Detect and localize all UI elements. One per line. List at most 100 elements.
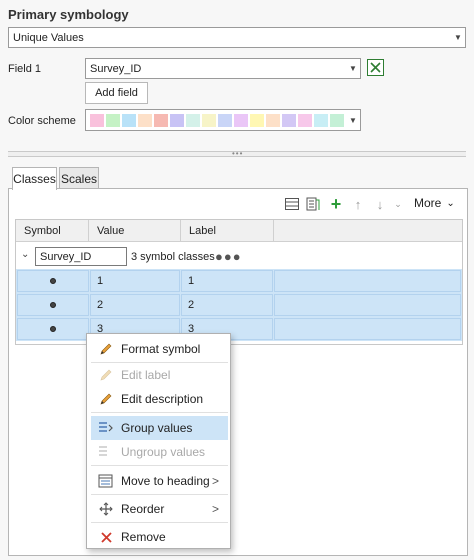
move-up-icon[interactable]: ↑ (350, 196, 366, 212)
chevron-right-icon: > (212, 474, 220, 488)
field1-label: Field 1 (8, 63, 42, 75)
point-symbol-icon (50, 326, 56, 332)
color-swatch (122, 113, 136, 127)
color-swatch (154, 113, 168, 127)
group-count: 3 symbol classes (131, 251, 215, 263)
color-scheme-label: Color scheme (8, 115, 76, 127)
grip-icon[interactable]: ••• (232, 150, 243, 158)
menu-item-label: Format symbol (121, 342, 201, 356)
extra-cell (274, 318, 461, 340)
chevron-down-icon: ▼ (349, 115, 357, 125)
menu-item-remove[interactable]: Remove (91, 525, 228, 549)
renderer-value: Unique Values (13, 31, 84, 44)
color-swatch (330, 113, 344, 127)
expression-icon[interactable] (367, 59, 384, 76)
color-swatch (282, 113, 296, 127)
tab-scales-label: Scales (60, 171, 98, 186)
menu-item-format-symbol[interactable]: Format symbol (91, 337, 228, 361)
menu-item-label: Edit description (121, 392, 204, 406)
color-swatch (170, 113, 184, 127)
chevron-down-icon: ⌄ (446, 197, 455, 209)
renderer-dropdown[interactable]: Unique Values ▼ (8, 27, 466, 48)
column-header-label[interactable]: Label (181, 220, 274, 242)
pencil-icon (95, 342, 117, 356)
column-header-value[interactable]: Value (89, 220, 181, 242)
properties-icon[interactable] (305, 196, 321, 212)
tab-classes-label: Classes (13, 172, 56, 186)
group-heading-text: Survey_ID (40, 250, 92, 263)
color-scheme-dropdown[interactable]: ▼ (85, 109, 361, 131)
add-field-label: Add field (95, 87, 138, 99)
ungroup-values-icon (95, 445, 117, 459)
collapse-chevron-icon[interactable]: ⌄ (21, 249, 29, 260)
table-row[interactable]: 3 3 (16, 317, 462, 341)
group-values-icon (95, 421, 117, 435)
tab-scales[interactable]: Scales (59, 167, 99, 189)
add-icon[interactable]: + (328, 194, 344, 214)
menu-item-label: Reorder (121, 502, 165, 516)
menu-item-edit-label[interactable]: Edit label (91, 363, 228, 387)
menu-item-ungroup-values[interactable]: Ungroup values (91, 440, 228, 464)
add-field-button[interactable]: Add field (85, 82, 148, 104)
color-swatch (266, 113, 280, 127)
table-row[interactable]: 2 2 (16, 293, 462, 317)
menu-separator (91, 465, 228, 466)
menu-item-label: Move to heading (121, 474, 210, 488)
reorder-icon (95, 502, 117, 516)
point-symbol-icon (50, 302, 56, 308)
color-swatch (218, 113, 232, 127)
symbol-cell[interactable] (17, 270, 89, 292)
field1-value: Survey_ID (90, 62, 142, 75)
more-options-icon[interactable]: ●●● (215, 249, 242, 264)
color-swatch (90, 113, 104, 127)
menu-separator (91, 494, 228, 495)
point-symbol-icon (50, 278, 56, 284)
extra-cell (274, 294, 461, 316)
move-to-heading-icon (95, 474, 117, 488)
color-swatch (250, 113, 264, 127)
chevron-right-icon: > (212, 502, 220, 516)
collapse-icon[interactable]: ⌄ (390, 196, 406, 212)
menu-separator (91, 522, 228, 523)
group-heading-input[interactable]: Survey_ID (35, 247, 127, 266)
context-menu: Format symbol Edit label Edit descriptio… (86, 333, 231, 549)
remove-x-icon (95, 531, 117, 543)
chevron-down-icon: ▼ (349, 64, 357, 73)
more-label: More (414, 196, 442, 210)
menu-item-label: Group values (121, 421, 193, 435)
menu-item-move-to-heading[interactable]: Move to heading > (91, 469, 228, 493)
column-header-symbol[interactable]: Symbol (16, 220, 89, 242)
color-swatch (234, 113, 248, 127)
value-cell[interactable]: 1 (90, 270, 180, 292)
color-ramp (90, 113, 346, 127)
chevron-down-icon: ▼ (454, 33, 462, 42)
symbol-cell[interactable] (17, 294, 89, 316)
color-swatch (138, 113, 152, 127)
table-row[interactable]: 1 1 (16, 269, 462, 293)
tab-classes[interactable]: Classes (12, 167, 57, 190)
color-swatch (106, 113, 120, 127)
move-down-icon[interactable]: ↓ (372, 196, 388, 212)
label-cell[interactable]: 2 (181, 294, 273, 316)
color-swatch (314, 113, 328, 127)
field1-dropdown[interactable]: Survey_ID ▼ (85, 58, 361, 79)
menu-separator (91, 412, 228, 413)
symbol-cell[interactable] (17, 318, 89, 340)
pencil-icon (95, 368, 117, 382)
color-swatch (186, 113, 200, 127)
more-button[interactable]: More ⌄ (414, 196, 455, 210)
section-title: Primary symbology (8, 7, 129, 22)
menu-item-edit-description[interactable]: Edit description (91, 387, 228, 411)
menu-item-reorder[interactable]: Reorder > (91, 497, 228, 521)
pencil-icon (95, 392, 117, 406)
extra-cell (274, 270, 461, 292)
menu-item-label: Edit label (121, 368, 171, 382)
menu-item-label: Ungroup values (121, 445, 206, 459)
label-cell[interactable]: 1 (181, 270, 273, 292)
menu-item-group-values[interactable]: Group values (91, 416, 228, 440)
value-cell[interactable]: 2 (90, 294, 180, 316)
list-icon[interactable] (284, 196, 300, 212)
menu-item-label: Remove (121, 530, 166, 544)
color-swatch (298, 113, 312, 127)
color-swatch (202, 113, 216, 127)
